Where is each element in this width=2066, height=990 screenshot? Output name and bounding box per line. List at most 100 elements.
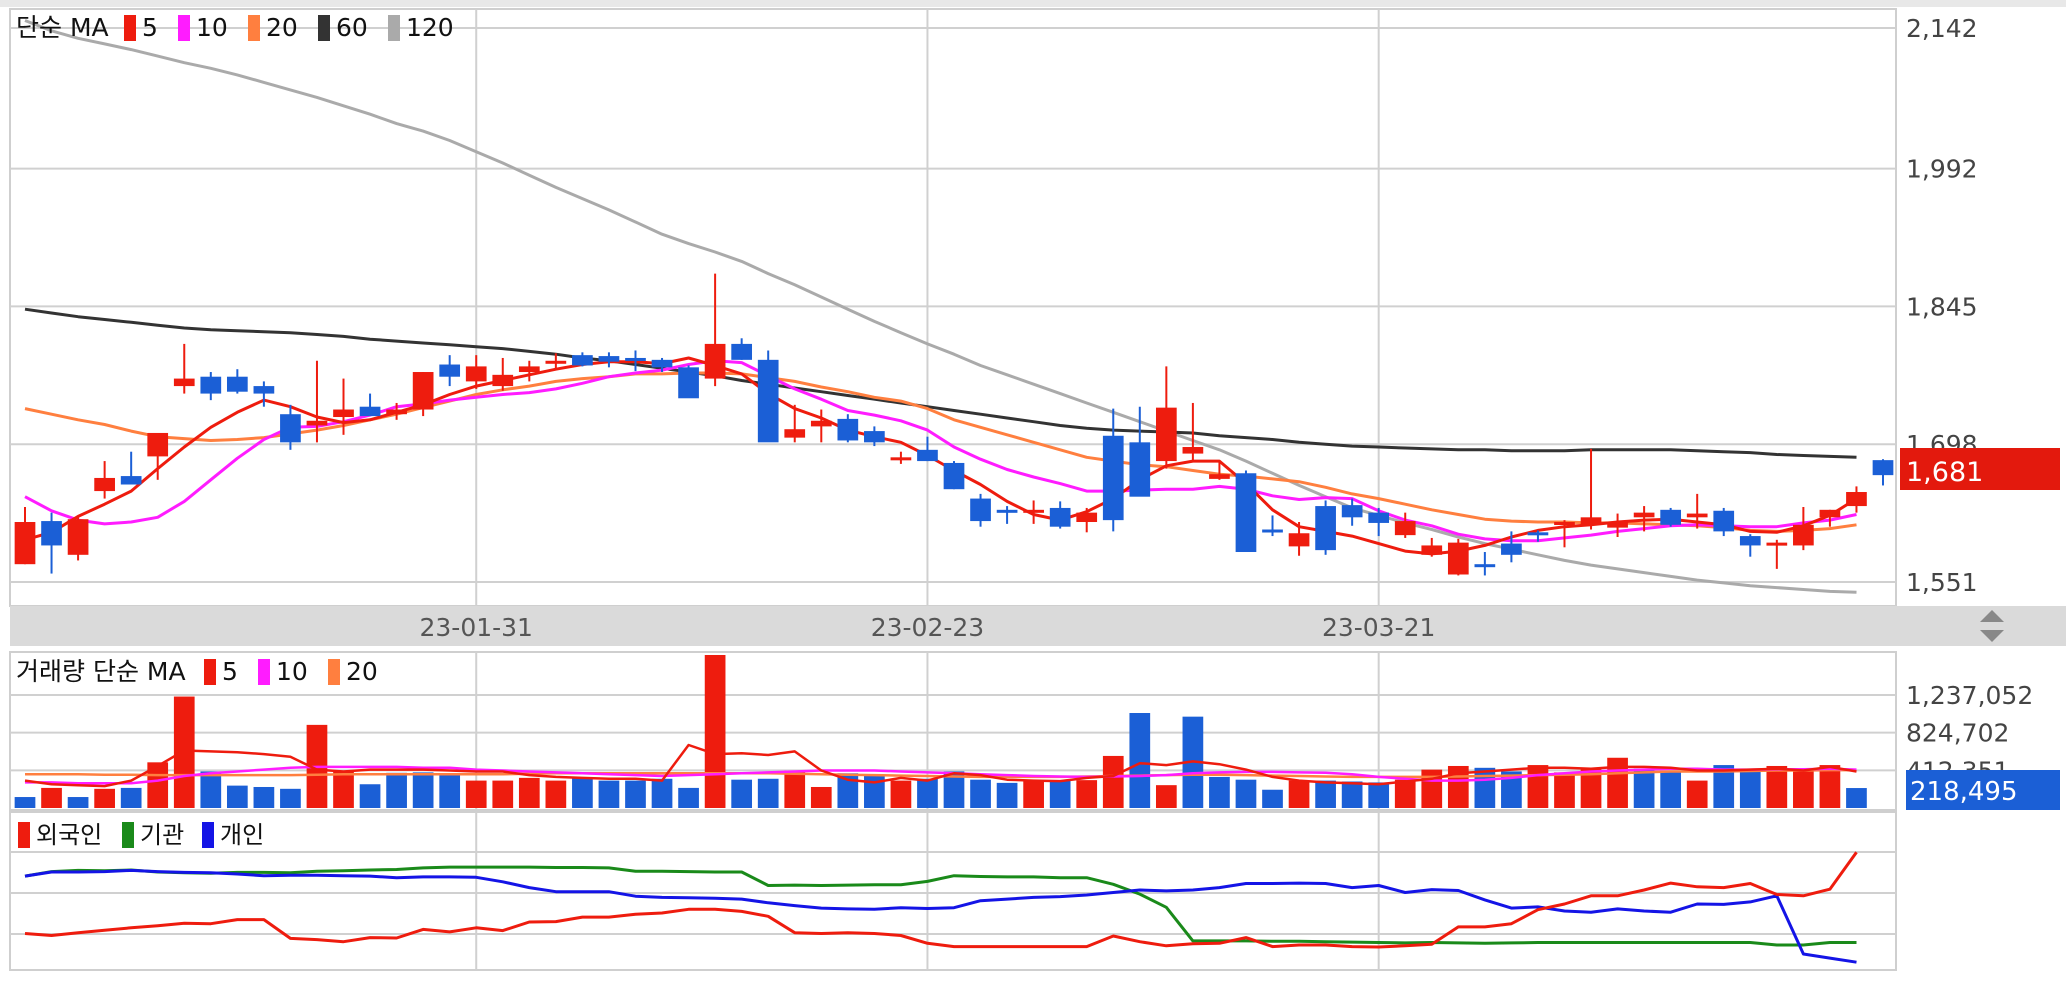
volume-bar: [1076, 780, 1098, 808]
ma-legend-label: 20: [266, 13, 298, 42]
price-legend-prefix: 단순 MA: [16, 13, 109, 42]
candle-body: [970, 498, 991, 522]
volume-bar: [757, 778, 779, 808]
candle-body: [731, 343, 753, 360]
investor-legend-swatch: [202, 822, 214, 848]
volume-bar: [996, 782, 1018, 808]
volume-bar: [1155, 785, 1177, 808]
candle-body: [94, 477, 115, 492]
volume-bar: [598, 780, 620, 808]
volume-bar: [1262, 789, 1283, 808]
volume-bar: [651, 778, 673, 808]
candle-body: [518, 366, 540, 373]
top-border: [0, 0, 2066, 7]
last-price-value: 1,681: [1906, 457, 1983, 488]
candle-body: [280, 414, 301, 443]
ma-legend-label: 10: [196, 13, 228, 42]
volume-bar: [1739, 768, 1761, 808]
candle-body: [1554, 522, 1575, 526]
volume-bar: [67, 797, 89, 808]
candle-body: [173, 378, 195, 387]
volume-bar: [1288, 780, 1310, 808]
candle-body: [890, 457, 912, 461]
volume-bar: [1209, 776, 1230, 808]
candle-body: [147, 432, 169, 457]
investor-legend-label: 개인: [220, 821, 264, 849]
ma-legend-swatch: [388, 15, 400, 41]
candle-body: [1076, 512, 1098, 523]
volume-bar: [333, 771, 354, 808]
candle-body: [651, 359, 673, 368]
volume-bar: [1049, 780, 1071, 808]
candle-body: [492, 374, 514, 387]
candle-body: [572, 355, 593, 366]
candle-body: [439, 364, 461, 377]
investor-legend-label: 기관: [140, 821, 184, 849]
candle-body: [1182, 447, 1204, 454]
candle-body: [1739, 536, 1761, 546]
last-volume-tag: 218,495: [1906, 770, 2060, 810]
volume-bar: [94, 788, 115, 808]
candle-body: [1315, 506, 1336, 551]
volume-bar: [1102, 755, 1124, 808]
candle-body: [1501, 543, 1522, 555]
candle-body: [1129, 442, 1151, 497]
candle-body: [1766, 542, 1788, 546]
volume-bar: [1129, 712, 1151, 808]
candle-body: [625, 357, 646, 361]
ma-legend-swatch: [178, 15, 190, 41]
volume-bar: [386, 772, 407, 808]
investor-legend-label: 외국인: [36, 821, 102, 849]
candle-body: [1421, 545, 1443, 555]
volume-bar: [1793, 769, 1814, 808]
volume-legend-prefix: 거래량 단순 MA: [16, 657, 186, 686]
candle-body: [1527, 532, 1549, 536]
volume-bar: [359, 784, 381, 808]
candle-body: [1819, 509, 1841, 518]
volume-bar: [890, 780, 912, 808]
candle-body: [1447, 542, 1469, 575]
candle-body: [1607, 522, 1628, 528]
candle-body: [784, 429, 806, 438]
volume-tick-label: 1,237,052: [1906, 681, 2033, 710]
candle-body: [917, 449, 938, 462]
ma-legend-swatch: [318, 15, 330, 41]
volume-bar: [412, 772, 434, 808]
candle-body: [598, 356, 620, 362]
volume-ma-legend-label: 20: [346, 657, 378, 686]
volume-bar: [1527, 765, 1549, 808]
candle-body: [1474, 564, 1496, 568]
date-axis[interactable]: 23-01-31 23-02-23 23-03-21: [10, 606, 2066, 646]
volume-bar: [1846, 788, 1867, 808]
volume-bar: [492, 780, 514, 808]
volume-bar: [731, 779, 753, 808]
price-tick-label: 2,142: [1906, 14, 1978, 43]
volume-bar: [253, 786, 275, 808]
candle-body: [678, 367, 699, 399]
ma-legend-label: 5: [142, 13, 158, 42]
candle-body: [1049, 507, 1071, 527]
candle-body: [757, 359, 779, 443]
volume-tick-label: 824,702: [1906, 719, 2009, 748]
candle-body: [1262, 529, 1283, 533]
volume-bar: [784, 770, 806, 808]
price-tick-label: 1,992: [1906, 155, 1978, 184]
volume-bar: [1394, 779, 1416, 808]
stock-chart[interactable]: 2,1421,9921,8451,6981,551 1,681 단순 MA 51…: [0, 0, 2066, 990]
candle-body: [1209, 474, 1230, 479]
candle-body: [943, 462, 965, 490]
volume-bar: [545, 780, 567, 808]
volume-ma-legend-label: 5: [222, 657, 238, 686]
date-label: 23-01-31: [419, 613, 532, 642]
volume-bar: [41, 787, 62, 808]
volume-ma-legend-label: 10: [276, 657, 308, 686]
volume-ma-legend-swatch: [204, 659, 216, 685]
candle-body: [41, 521, 62, 546]
candle-body: [1633, 512, 1655, 518]
volume-bar: [280, 788, 301, 808]
volume-bar: [1023, 781, 1044, 808]
volume-bar: [1554, 772, 1575, 808]
volume-bar: [1660, 772, 1682, 808]
candle-body: [810, 420, 832, 427]
candle-body: [412, 372, 434, 410]
